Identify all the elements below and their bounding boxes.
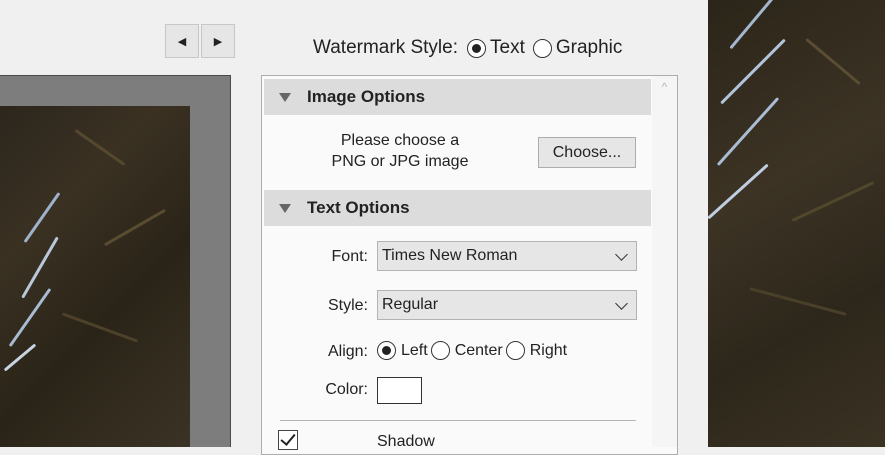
style-select[interactable]: Regular: [377, 290, 637, 320]
collapse-triangle-icon: [279, 203, 291, 213]
align-left-radio[interactable]: [377, 341, 396, 360]
font-select-value: Times New Roman: [382, 247, 518, 264]
collapse-triangle-icon: [279, 92, 291, 102]
align-label: Align:: [327, 343, 368, 360]
image-prompt-line2: PNG or JPG image: [331, 153, 469, 170]
color-label: Color:: [325, 381, 368, 398]
checkmark-icon: [280, 430, 296, 446]
image-prompt-line1: Please choose a: [340, 132, 460, 149]
watermark-preview-frame: [0, 75, 231, 447]
image-options-header[interactable]: Image Options: [264, 79, 651, 115]
watermark-style-row: Watermark Style: Text Graphic: [313, 36, 622, 60]
style-label: Style:: [327, 297, 368, 314]
choose-image-button[interactable]: Choose...: [538, 137, 636, 168]
next-button[interactable]: ▶: [201, 24, 235, 58]
text-options-title: Text Options: [307, 198, 410, 217]
style-select-value: Regular: [382, 296, 439, 313]
shadow-checkbox[interactable]: [278, 430, 298, 450]
font-select[interactable]: Times New Roman: [377, 241, 637, 271]
watermark-style-label: Watermark Style:: [313, 37, 458, 58]
preview-image: [0, 106, 190, 447]
scroll-up-arrow-icon[interactable]: ^: [652, 80, 677, 100]
align-center-label[interactable]: Center: [455, 342, 503, 360]
align-center-radio[interactable]: [430, 341, 450, 360]
shadow-label: Shadow: [377, 433, 435, 450]
previous-button[interactable]: ◀: [165, 24, 199, 58]
align-left-label[interactable]: Left: [401, 342, 428, 360]
background-photo: [708, 0, 885, 447]
align-right-option[interactable]: Right: [505, 341, 567, 360]
panel-scrollbar[interactable]: [652, 76, 677, 447]
chevron-down-icon: [615, 297, 628, 310]
text-options-header[interactable]: Text Options: [264, 190, 651, 226]
font-label: Font:: [331, 248, 368, 265]
image-options-title: Image Options: [307, 87, 426, 106]
divider: [280, 420, 636, 421]
text-style-radio[interactable]: [467, 38, 486, 58]
align-radio-group: Left Center Right: [377, 341, 570, 360]
triangle-left-icon: ◀: [177, 35, 187, 48]
chevron-down-icon: [615, 248, 628, 261]
align-right-radio[interactable]: [505, 341, 525, 360]
align-left-option[interactable]: Left: [377, 341, 428, 360]
align-right-label[interactable]: Right: [530, 342, 567, 360]
text-style-label[interactable]: Text: [490, 37, 525, 59]
color-swatch[interactable]: [377, 377, 422, 404]
graphic-style-label[interactable]: Graphic: [556, 37, 623, 59]
triangle-right-icon: ▶: [213, 35, 223, 48]
align-center-option[interactable]: Center: [430, 341, 503, 360]
graphic-style-radio[interactable]: [532, 38, 552, 58]
